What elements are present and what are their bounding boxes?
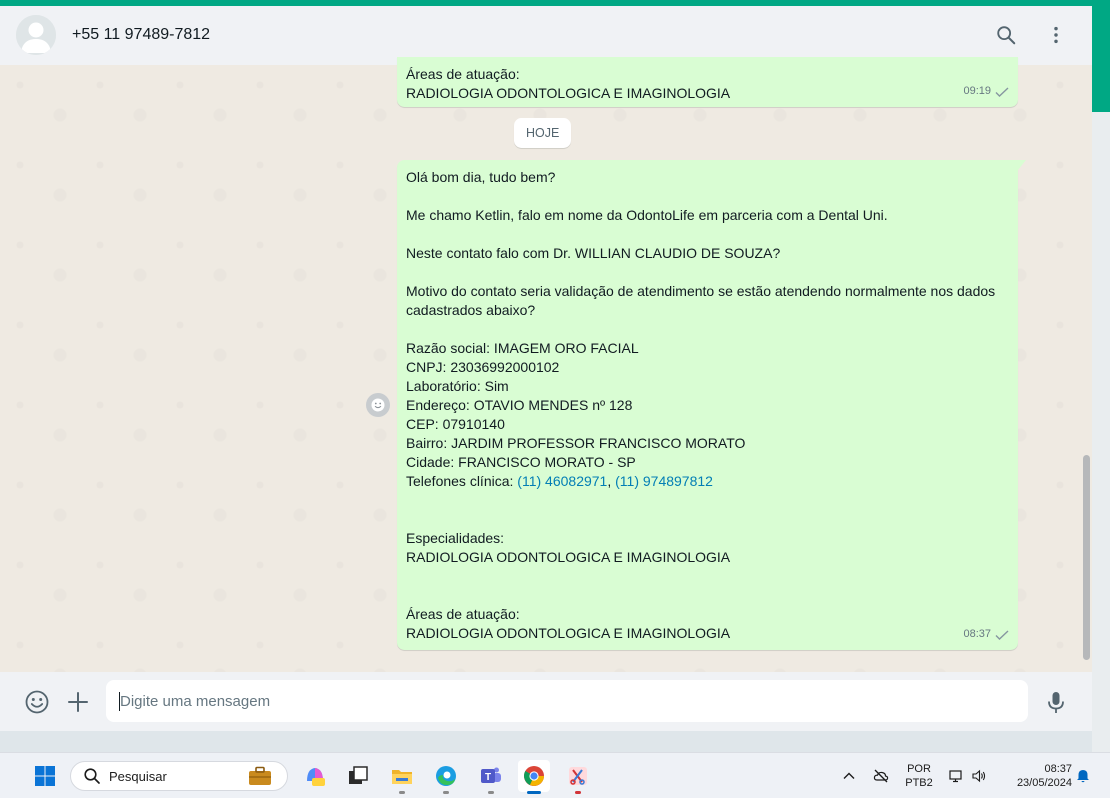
phones-label: Telefones clínica: [406,473,518,489]
message-line: Razão social: IMAGEM ORO FACIAL [406,340,639,356]
message-body: Olá bom dia, tudo bem? Me chamo Ketlin, … [406,168,1009,643]
phones-line: Telefones clínica: (11) 46082971, (11) 9… [406,472,1009,491]
message-line: Endereço: OTAVIO MENDES nº 128 [406,397,633,413]
message-line: Laboratório: Sim [406,378,509,394]
chrome-app[interactable] [518,760,550,794]
message-line: Olá bom dia, tudo bem? [406,169,556,185]
message-input[interactable] [106,680,1028,722]
copilot-app[interactable] [299,760,331,792]
message-line: RADIOLOGIA ODONTOLOGICA E IMAGINOLOGIA [406,85,731,101]
attach-plus-icon[interactable] [65,689,91,715]
message-time: 09:19 [963,85,991,97]
phone-link-2[interactable]: (11) 974897812 [615,473,713,489]
search-icon [84,768,100,784]
taskbar-search[interactable]: Pesquisar [70,761,288,791]
composer [0,672,1092,731]
microphone-icon[interactable] [1043,689,1069,715]
message-line: Áreas de atuação: [406,606,520,622]
side-gutter [1092,112,1110,752]
message-meta: 08:37 [963,625,1009,644]
message-line: CNPJ: 23036992000102 [406,359,560,375]
task-view-icon [349,766,368,784]
message-line [406,187,1009,206]
emoji-icon[interactable] [24,689,50,715]
folder-icon [392,770,412,784]
search-icon[interactable] [994,23,1018,47]
emoji-react-button[interactable] [366,393,390,417]
svg-text:T: T [485,772,491,783]
search-label: Pesquisar [109,768,167,784]
volume-icon[interactable] [970,767,988,785]
message-line [406,567,1009,586]
message-line: Bairro: JARDIM PROFESSOR FRANCISCO MORAT… [406,435,746,451]
copilot-icon [307,768,325,786]
windows-logo-icon [35,766,55,786]
input-language[interactable]: POR PTB2 [900,762,938,790]
message-line [406,225,1009,244]
language-code: POR [907,763,931,775]
taskbar: Pesquisar T POR PTB2 08:37 23/05/2024 [0,752,1110,798]
date-separator: HOJE [514,118,572,148]
sent-check-icon [995,86,1009,97]
message-line: Especialidades: [406,530,505,546]
task-view-app[interactable] [342,760,374,792]
clock-time: 08:37 [1044,763,1072,775]
teams-app[interactable]: T [475,760,507,794]
network-icon[interactable] [947,767,965,785]
contact-name[interactable]: +55 11 97489-7812 [72,26,210,44]
message-bubble-main[interactable]: Olá bom dia, tudo bem? Me chamo Ketlin, … [397,160,1026,650]
smiley-icon [371,398,385,412]
scrollbar-thumb[interactable] [1083,455,1090,660]
message-line: RADIOLOGIA ODONTOLOGICA E IMAGINOLOGIA [406,625,731,641]
message-line [406,491,1009,510]
message-line: Áreas de atuação: [406,66,520,82]
snipping-tool-icon [569,767,587,785]
message-line: Me chamo Ketlin, falo em nome da OdontoL… [406,207,888,223]
message-list[interactable]: Áreas de atuação: RADIOLOGIA ODONTOLOGIC… [0,57,1092,672]
teams-icon: T [481,767,501,783]
message-line: Motivo do contato seria validação de ate… [406,283,1000,318]
chevron-up-icon[interactable] [840,767,858,785]
keyboard-layout: PTB2 [905,777,933,789]
message-line: Cidade: FRANCISCO MORATO - SP [406,454,636,470]
message-meta: 09:19 [963,82,1009,101]
clock[interactable]: 08:37 23/05/2024 [1000,762,1072,790]
bubble-tail [1018,160,1026,170]
phones-separator: , [607,473,616,489]
sent-check-icon [995,629,1009,640]
snipping-tool-app[interactable] [562,760,594,794]
message-line [406,263,1009,282]
briefcase-icon [249,766,271,785]
file-explorer-app[interactable] [386,760,418,794]
message-line [406,586,1009,605]
text-caret [119,692,120,711]
edge-app[interactable] [430,760,462,794]
message-line [406,510,1009,529]
start-button[interactable] [29,760,61,792]
clock-date: 23/05/2024 [1016,777,1072,789]
message-line: CEP: 07910140 [406,416,505,432]
message-line [406,320,1009,339]
avatar[interactable] [16,15,56,55]
chat-window: +55 11 97489-7812 Áreas de atuação: RADI… [0,6,1092,731]
cloud-offline-icon[interactable] [872,767,890,785]
phone-link-1[interactable]: (11) 46082971 [517,473,607,489]
edge-icon [436,766,456,786]
default-avatar-icon [16,15,56,55]
message-line: RADIOLOGIA ODONTOLOGICA E IMAGINOLOGIA [406,549,731,565]
message-line: Neste contato falo com Dr. WILLIAN CLAUD… [406,245,781,261]
message-time: 08:37 [963,628,991,640]
message-bubble-previous[interactable]: Áreas de atuação: RADIOLOGIA ODONTOLOGIC… [397,57,1018,107]
side-accent-bar [1092,0,1110,112]
more-vertical-icon[interactable] [1044,23,1068,47]
chrome-icon [524,766,544,786]
notification-bell-icon[interactable] [1074,767,1092,785]
